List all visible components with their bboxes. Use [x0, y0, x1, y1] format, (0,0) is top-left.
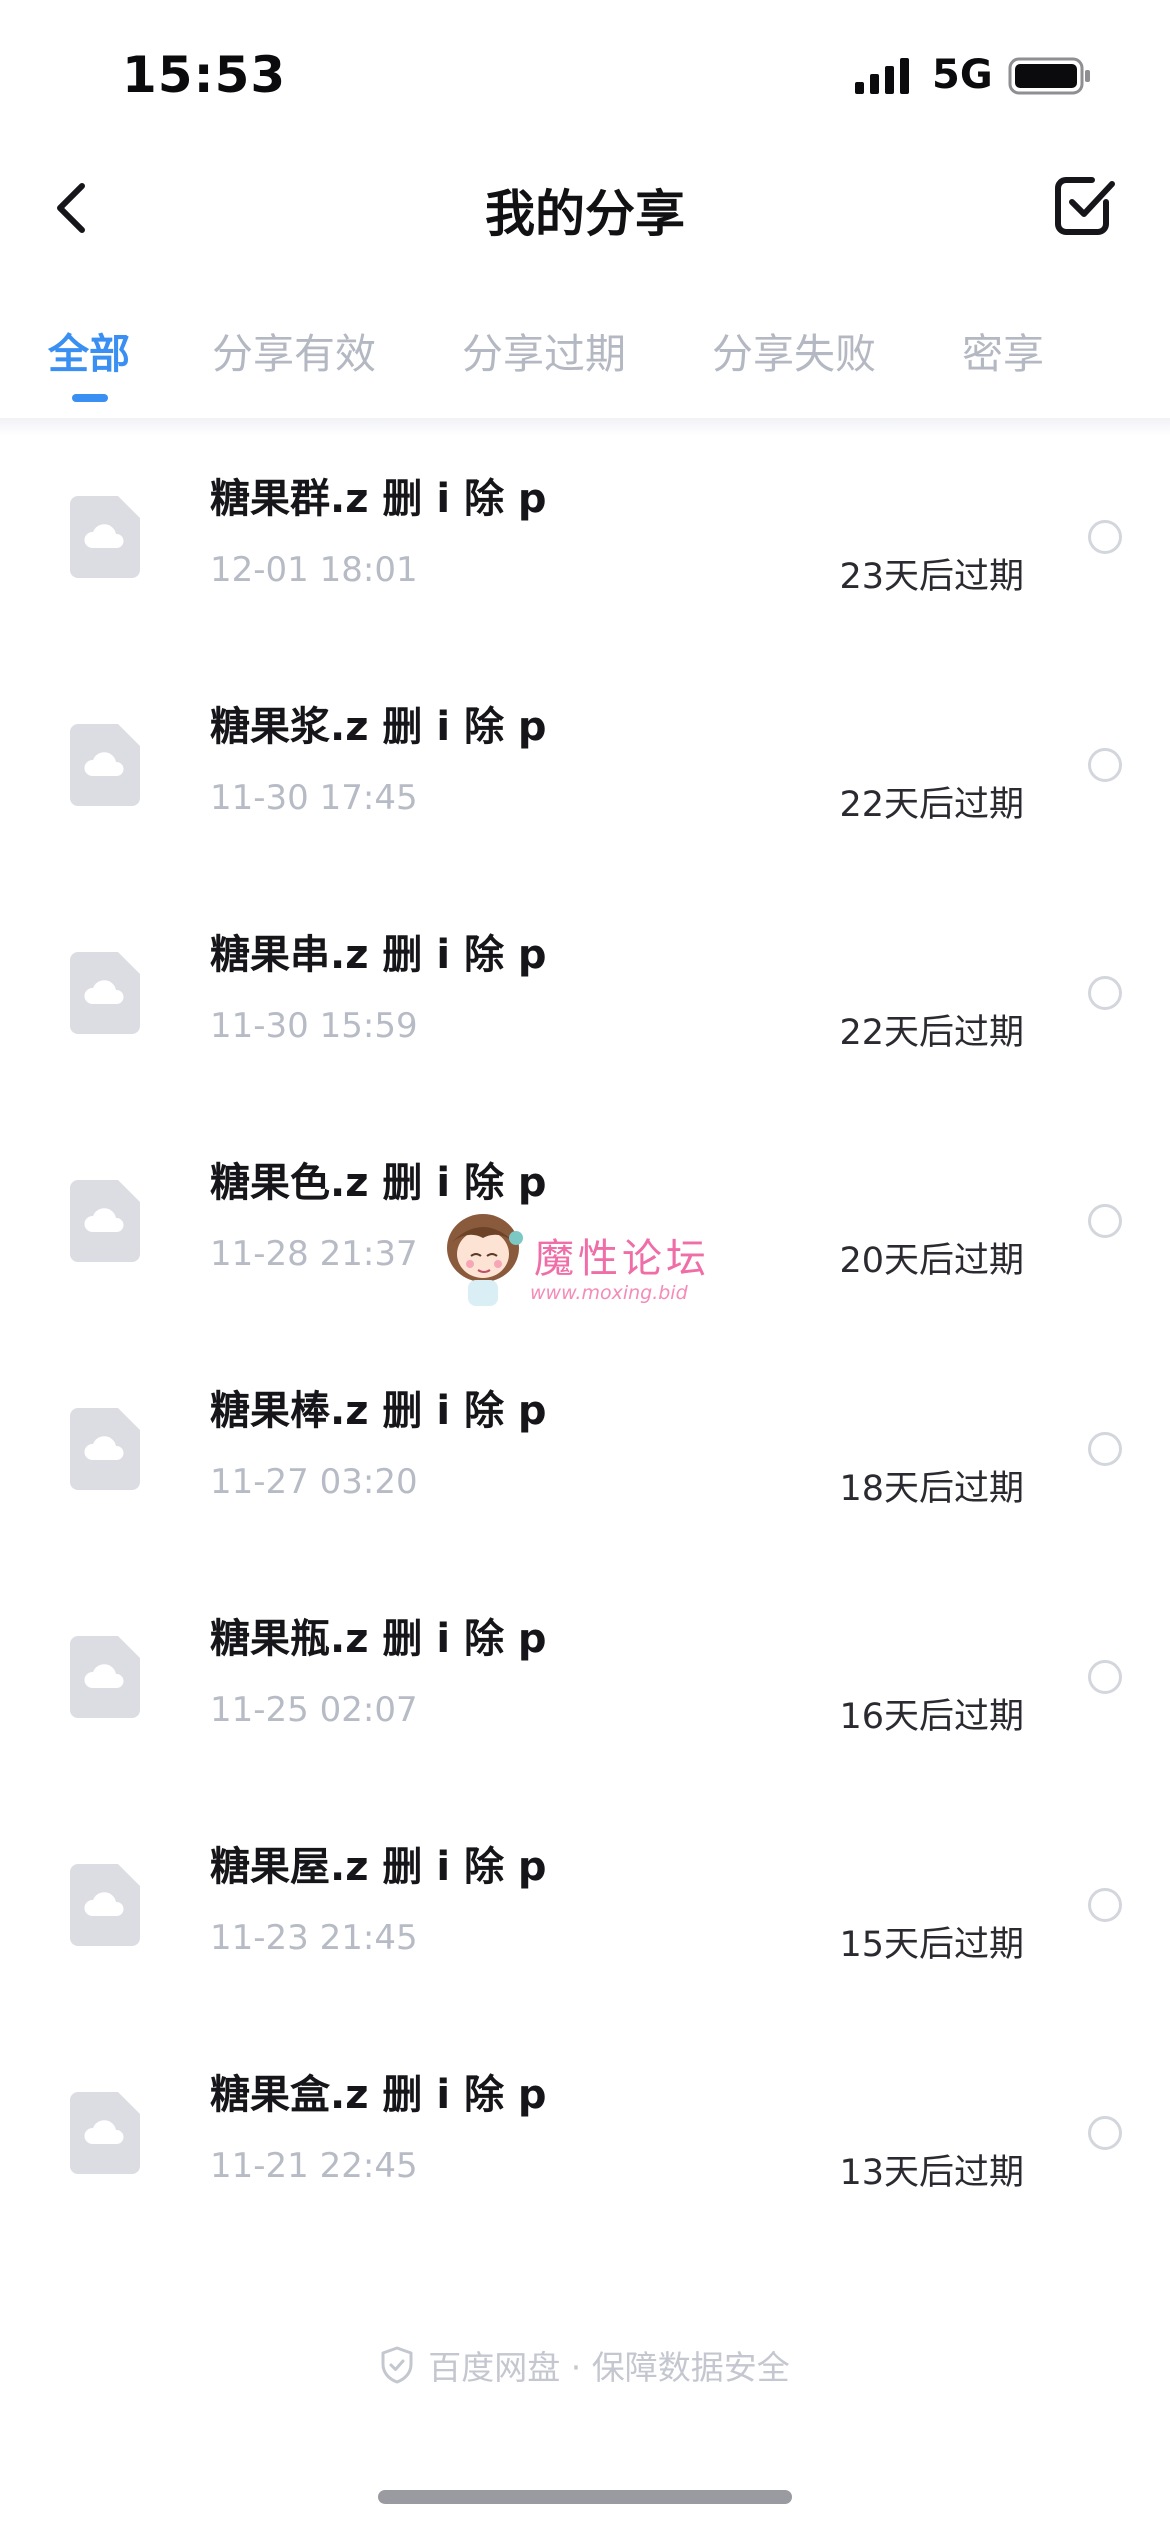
page-title: 我的分享 — [485, 185, 685, 243]
tab-valid[interactable]: 分享有效 — [212, 320, 376, 380]
cloud-file-icon — [70, 1408, 140, 1490]
share-list-item[interactable]: 糖果浆.z 删 i 除 p 11-30 17:45 22天后过期 — [0, 664, 1170, 892]
select-radio[interactable] — [1088, 748, 1122, 782]
battery-icon — [1008, 57, 1090, 95]
expire-status: 22天后过期 — [839, 785, 1024, 825]
forum-watermark: 魔性论坛 www.moxing.bid — [438, 1208, 728, 1318]
select-radio[interactable] — [1088, 1660, 1122, 1694]
home-indicator[interactable] — [378, 2490, 792, 2504]
share-date: 11-21 22:45 — [210, 2146, 418, 2186]
expire-status: 18天后过期 — [839, 1469, 1024, 1509]
tab-failed[interactable]: 分享失败 — [712, 320, 876, 380]
share-date: 11-25 02:07 — [210, 1690, 418, 1730]
watermark-url: www.moxing.bid — [530, 1282, 688, 1304]
cloud-file-icon — [70, 1636, 140, 1718]
expire-status: 23天后过期 — [839, 557, 1024, 597]
select-radio[interactable] — [1088, 976, 1122, 1010]
footer-security-text: 百度网盘 · 保障数据安全 — [428, 2348, 790, 2387]
file-name: 糖果棒.z 删 i 除 p — [210, 1388, 547, 1434]
tab-private-share[interactable]: 密享 — [962, 320, 1044, 380]
my-shares-screen: 15:53 5G 我的分享 全部 分享有效 分享过期 分享失败 密享 糖果群.z… — [0, 0, 1170, 2532]
active-tab-indicator — [72, 394, 108, 402]
share-list-item[interactable]: 糖果屋.z 删 i 除 p 11-23 21:45 15天后过期 — [0, 1804, 1170, 2032]
share-list-item[interactable]: 糖果盒.z 删 i 除 p 11-21 22:45 13天后过期 — [0, 2032, 1170, 2260]
cloud-file-icon — [70, 1180, 140, 1262]
select-radio[interactable] — [1088, 520, 1122, 554]
expire-status: 13天后过期 — [839, 2153, 1024, 2193]
share-list-item[interactable]: 糖果棒.z 删 i 除 p 11-27 03:20 18天后过期 — [0, 1348, 1170, 1576]
file-name: 糖果盒.z 删 i 除 p — [210, 2072, 547, 2118]
expire-status: 20天后过期 — [839, 1241, 1024, 1281]
network-type: 5G — [932, 52, 993, 98]
mascot-girl-icon — [447, 1214, 523, 1306]
cloud-file-icon — [70, 1864, 140, 1946]
select-radio[interactable] — [1088, 1204, 1122, 1238]
filter-tabs: 全部 分享有效 分享过期 分享失败 密享 — [0, 300, 1170, 410]
share-date: 11-30 17:45 — [210, 778, 418, 818]
watermark-title: 魔性论坛 — [534, 1236, 710, 1282]
share-date: 11-27 03:20 — [210, 1462, 418, 1502]
share-date: 11-30 15:59 — [210, 1006, 418, 1046]
file-name: 糖果群.z 删 i 除 p — [210, 476, 547, 522]
share-date: 11-23 21:45 — [210, 1918, 418, 1958]
shield-check-icon — [381, 2346, 413, 2384]
select-radio[interactable] — [1088, 1432, 1122, 1466]
select-radio[interactable] — [1088, 1888, 1122, 1922]
status-time: 15:53 — [122, 46, 287, 104]
expire-status: 15天后过期 — [839, 1925, 1024, 1965]
share-date: 12-01 18:01 — [210, 550, 418, 590]
file-name: 糖果屋.z 删 i 除 p — [210, 1844, 547, 1890]
tab-all[interactable]: 全部 — [48, 320, 130, 380]
cloud-file-icon — [70, 952, 140, 1034]
expire-status: 22天后过期 — [839, 1013, 1024, 1053]
cellular-signal-icon — [855, 58, 909, 94]
tabs-divider — [0, 418, 1170, 436]
checkbox-square-icon[interactable] — [1052, 172, 1118, 238]
file-name: 糖果浆.z 删 i 除 p — [210, 704, 547, 750]
cloud-file-icon — [70, 2092, 140, 2174]
share-list-item[interactable]: 糖果串.z 删 i 除 p 11-30 15:59 22天后过期 — [0, 892, 1170, 1120]
footer: 百度网盘 · 保障数据安全 — [0, 2340, 1170, 2390]
file-name: 糖果串.z 删 i 除 p — [210, 932, 547, 978]
share-list-item[interactable]: 糖果群.z 删 i 除 p 12-01 18:01 23天后过期 — [0, 436, 1170, 664]
select-radio[interactable] — [1088, 2116, 1122, 2150]
share-list-item[interactable]: 糖果瓶.z 删 i 除 p 11-25 02:07 16天后过期 — [0, 1576, 1170, 1804]
cloud-file-icon — [70, 496, 140, 578]
tab-expired[interactable]: 分享过期 — [462, 320, 626, 380]
cloud-file-icon — [70, 724, 140, 806]
share-date: 11-28 21:37 — [210, 1234, 418, 1274]
expire-status: 16天后过期 — [839, 1697, 1024, 1737]
navigation-bar: 我的分享 — [0, 150, 1170, 270]
file-name: 糖果色.z 删 i 除 p — [210, 1160, 547, 1206]
status-bar: 15:53 5G — [0, 0, 1170, 150]
file-name: 糖果瓶.z 删 i 除 p — [210, 1616, 547, 1662]
